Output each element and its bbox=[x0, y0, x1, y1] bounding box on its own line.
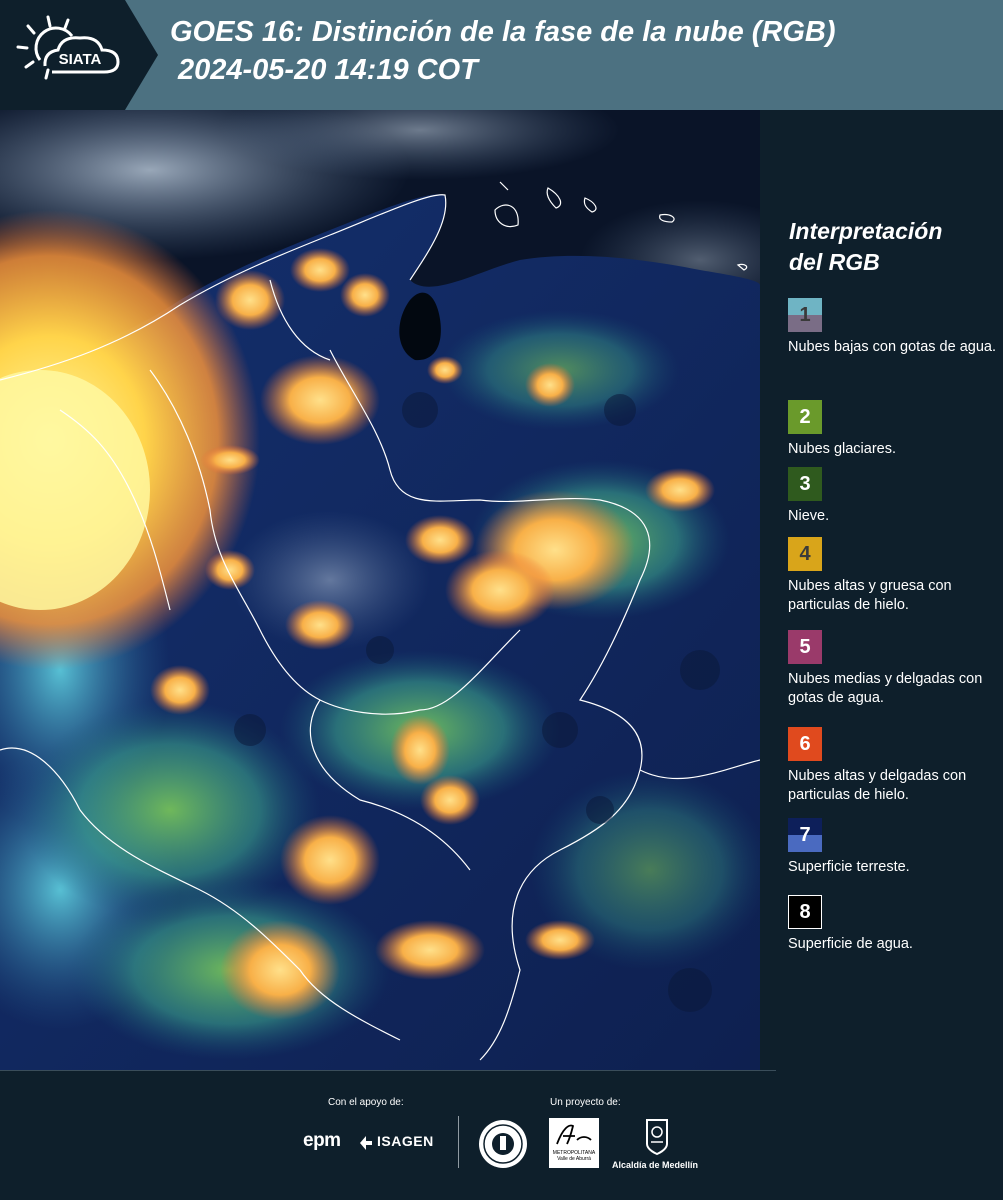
legend-item-7: 7 Superficie terreste. bbox=[788, 818, 998, 877]
siata-logo[interactable]: SIATA bbox=[0, 0, 158, 110]
epm-logo[interactable]: epm bbox=[303, 1130, 341, 1152]
legend-label: Nubes bajas con gotas de agua. bbox=[788, 339, 996, 355]
area-metropolitana-logo[interactable]: METROPOLITANA Valle de Aburrá bbox=[549, 1118, 599, 1168]
legend-swatch: 4 bbox=[788, 537, 822, 571]
legend-label: Nubes glaciares. bbox=[788, 441, 896, 457]
legend-swatch: 8 bbox=[788, 895, 822, 929]
area-script-icon bbox=[556, 1124, 592, 1145]
legend-item-4: 4 Nubes altas y gruesa con particulas de … bbox=[788, 537, 998, 615]
legend-label: Superficie de agua. bbox=[788, 936, 913, 952]
header-bar: SIATA GOES 16: Distinción de la fase de … bbox=[0, 0, 1003, 110]
legend-label: Nieve. bbox=[788, 508, 830, 524]
legend-swatch: 6 bbox=[788, 727, 822, 761]
legend-number: 2 bbox=[799, 405, 811, 428]
legend-number: 7 bbox=[799, 823, 811, 846]
legend-label: Nubes altas y delgadas con particulas de… bbox=[788, 768, 967, 803]
legend-swatch: 2 bbox=[788, 400, 822, 434]
medellin-shield-icon[interactable] bbox=[645, 1118, 669, 1156]
isagen-icon bbox=[360, 1136, 372, 1150]
legend-item-1: 1 Nubes bajas con gotas de agua. bbox=[788, 298, 998, 357]
legend-number: 1 bbox=[799, 303, 811, 326]
legend-number: 4 bbox=[799, 542, 811, 565]
timestamp: 2024-05-20 14:19 COT bbox=[178, 54, 478, 86]
legend-number: 3 bbox=[799, 472, 811, 495]
legend-swatch: 7 bbox=[788, 818, 822, 852]
legend-title-line1: Interpretación bbox=[789, 218, 943, 244]
legend-label: Nubes altas y gruesa con particulas de h… bbox=[788, 578, 952, 613]
legend-number: 8 bbox=[799, 900, 811, 923]
area-logo-text: METROPOLITANA Valle de Aburrá bbox=[552, 1150, 596, 1162]
project-label: Un proyecto de: bbox=[550, 1097, 621, 1108]
support-label: Con el apoyo de: bbox=[328, 1097, 404, 1108]
legend-swatch: 5 bbox=[788, 630, 822, 664]
legend-swatch: 3 bbox=[788, 467, 822, 501]
legend-label: Nubes medias y delgadas con gotas de agu… bbox=[788, 671, 983, 706]
sponsor-divider bbox=[458, 1116, 459, 1168]
legend-panel: Interpretación del RGB 1 Nubes bajas con … bbox=[760, 110, 1003, 1070]
logo-text: SIATA bbox=[59, 51, 102, 68]
legend-item-3: 3 Nieve. bbox=[788, 467, 998, 526]
medellin-label: Alcaldía de Medellín bbox=[612, 1160, 699, 1170]
legend-number: 6 bbox=[799, 732, 811, 755]
satellite-map[interactable] bbox=[0, 110, 760, 1070]
isagen-logo[interactable]: ISAGEN bbox=[377, 1133, 434, 1149]
footer: Con el apoyo de: Un proyecto de: epm ISA… bbox=[0, 1070, 1003, 1200]
legend-item-5: 5 Nubes medias y delgadas con gotas de ag… bbox=[788, 630, 998, 708]
legend-swatch: 1 bbox=[788, 298, 822, 332]
legend-title: Interpretación del RGB bbox=[789, 216, 989, 278]
legend-title-line2: del RGB bbox=[789, 249, 880, 275]
legend-item-2: 2 Nubes glaciares. bbox=[788, 400, 998, 459]
page-title: GOES 16: Distinción de la fase de la nub… bbox=[170, 16, 836, 48]
legend-item-6: 6 Nubes altas y delgadas con particulas d… bbox=[788, 727, 998, 805]
legend-number: 5 bbox=[799, 635, 811, 658]
legend-item-8: 8 Superficie de agua. bbox=[788, 895, 998, 954]
antioquia-seal-icon[interactable] bbox=[477, 1118, 529, 1170]
legend-label: Superficie terreste. bbox=[788, 859, 910, 875]
footer-divider-line bbox=[0, 1070, 776, 1071]
